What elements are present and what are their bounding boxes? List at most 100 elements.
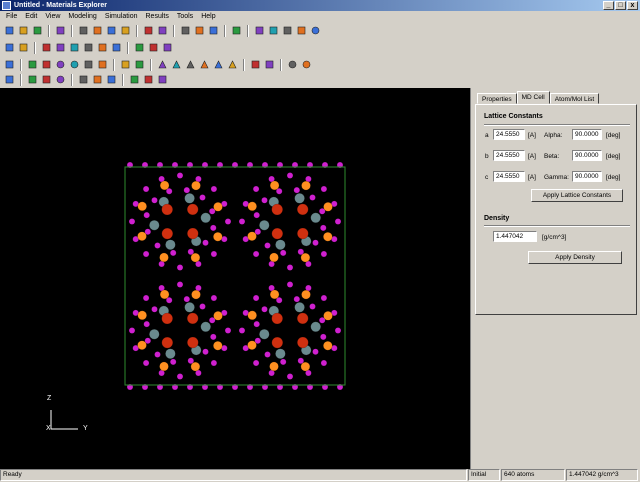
dash-button[interactable] — [249, 58, 262, 71]
metal-atom[interactable] — [149, 219, 160, 231]
oxygen-atom[interactable] — [286, 172, 294, 179]
oxygen-atom[interactable] — [210, 333, 217, 341]
oxygen-atom[interactable] — [286, 264, 294, 271]
red-atom[interactable] — [187, 336, 199, 349]
oxygen-atom[interactable] — [279, 358, 287, 366]
doc-b-button[interactable] — [267, 24, 280, 37]
oxygen-atom[interactable] — [279, 249, 287, 257]
oxygen-atom[interactable] — [142, 294, 150, 302]
oxygen-atom[interactable] — [252, 359, 260, 367]
menu-view[interactable]: View — [41, 11, 64, 22]
oxygen-atom[interactable] — [320, 224, 327, 232]
oxygen-atom[interactable] — [176, 264, 184, 271]
curve-button[interactable] — [54, 73, 67, 86]
cube-alt-button[interactable] — [40, 58, 53, 71]
oxygen-atom[interactable] — [176, 373, 184, 380]
axis-z-button[interactable] — [105, 73, 118, 86]
oxygen-atom[interactable] — [199, 303, 206, 310]
move-button[interactable] — [82, 58, 95, 71]
orange-atom[interactable] — [213, 340, 223, 351]
metal-atom[interactable] — [165, 239, 176, 250]
tab-md-cell[interactable]: MD Cell — [516, 91, 550, 104]
red-atom[interactable] — [296, 203, 309, 216]
menu-tools[interactable]: Tools — [173, 11, 197, 22]
oxygen-atom[interactable] — [210, 250, 218, 258]
atom-button[interactable] — [300, 58, 313, 71]
gamma-field[interactable]: 90.0000 — [572, 171, 602, 182]
refresh-button[interactable] — [309, 24, 322, 37]
triangle-d-button[interactable] — [226, 58, 239, 71]
oxygen-atom[interactable] — [312, 239, 319, 246]
orange-atom[interactable] — [191, 289, 201, 300]
menu-help[interactable]: Help — [197, 11, 219, 22]
oxygen-atom[interactable] — [252, 250, 260, 258]
oxygen-atom[interactable] — [202, 348, 209, 355]
metal-atom[interactable] — [149, 328, 160, 340]
oxygen-atom[interactable] — [334, 327, 342, 334]
title-bar[interactable]: Untitled - Materials Explorer _ □ x — [0, 0, 640, 11]
table-button[interactable] — [17, 41, 30, 54]
oxygen-atom[interactable] — [210, 359, 218, 367]
oxygen-atom[interactable] — [143, 211, 150, 219]
oxygen-atom[interactable] — [183, 295, 191, 303]
orange-atom[interactable] — [190, 252, 201, 263]
oxygen-atom[interactable] — [320, 185, 328, 193]
oxygen-atom[interactable] — [320, 294, 328, 302]
graph-button[interactable] — [156, 24, 169, 37]
alpha-field[interactable]: 90.0000 — [572, 129, 602, 140]
orange-atom[interactable] — [247, 201, 257, 212]
cylinder-button[interactable] — [179, 24, 192, 37]
triangle-c-button[interactable] — [212, 58, 225, 71]
metal-atom[interactable] — [310, 212, 321, 224]
oxygen-atom[interactable] — [286, 373, 294, 380]
crystal-green-button[interactable] — [68, 41, 81, 54]
image-button[interactable] — [147, 41, 160, 54]
oxygen-atom[interactable] — [210, 224, 217, 232]
triangle-b-button[interactable] — [198, 58, 211, 71]
frame-button[interactable] — [161, 41, 174, 54]
crystal-red-button[interactable] — [40, 41, 53, 54]
select-button[interactable] — [3, 58, 16, 71]
vertical-arrows-button[interactable] — [40, 73, 53, 86]
metal-atom[interactable] — [165, 348, 176, 359]
oxygen-atom[interactable] — [199, 194, 206, 201]
undo-button[interactable] — [230, 24, 243, 37]
oxygen-atom[interactable] — [224, 327, 232, 334]
oxygen-atom[interactable] — [154, 242, 161, 249]
maximize-button[interactable]: □ — [615, 1, 626, 10]
battery-button[interactable] — [193, 24, 206, 37]
oxygen-atom[interactable] — [176, 281, 184, 288]
molecule-button[interactable] — [142, 24, 155, 37]
oxygen-atom[interactable] — [169, 249, 177, 257]
apply-density-button[interactable]: Apply Density — [528, 251, 622, 264]
orange-atom[interactable] — [137, 201, 147, 212]
lattice-b-field[interactable]: 24.5550 — [493, 150, 525, 161]
orange-atom[interactable] — [247, 340, 257, 350]
red-atom[interactable] — [297, 227, 309, 240]
oxygen-atom[interactable] — [253, 320, 260, 328]
menu-edit[interactable]: Edit — [21, 11, 41, 22]
metal-atom[interactable] — [184, 193, 195, 204]
print-button[interactable] — [54, 24, 67, 37]
oxygen-atom[interactable] — [151, 306, 158, 313]
oxygen-atom[interactable] — [286, 281, 294, 288]
oxygen-atom[interactable] — [151, 197, 158, 204]
metal-atom[interactable] — [294, 302, 305, 313]
frame-b-button[interactable] — [142, 73, 155, 86]
tab-atom-mol-list[interactable]: Atom/Mol List — [549, 93, 600, 104]
red-atom[interactable] — [161, 203, 173, 216]
oxygen-atom[interactable] — [210, 185, 218, 193]
red-atom[interactable] — [161, 227, 174, 240]
save-button[interactable] — [31, 24, 44, 37]
red-atom[interactable] — [271, 312, 283, 325]
oxygen-atom[interactable] — [312, 348, 319, 355]
oxygen-atom[interactable] — [252, 294, 260, 302]
orange-atom[interactable] — [159, 252, 169, 263]
tab-properties[interactable]: Properties — [477, 93, 517, 104]
oxygen-atom[interactable] — [320, 359, 328, 367]
oxygen-atom[interactable] — [293, 186, 301, 194]
orange-atom[interactable] — [269, 289, 280, 300]
oxygen-atom[interactable] — [142, 185, 150, 193]
red-atom[interactable] — [271, 336, 284, 349]
oxygen-atom[interactable] — [264, 351, 271, 358]
